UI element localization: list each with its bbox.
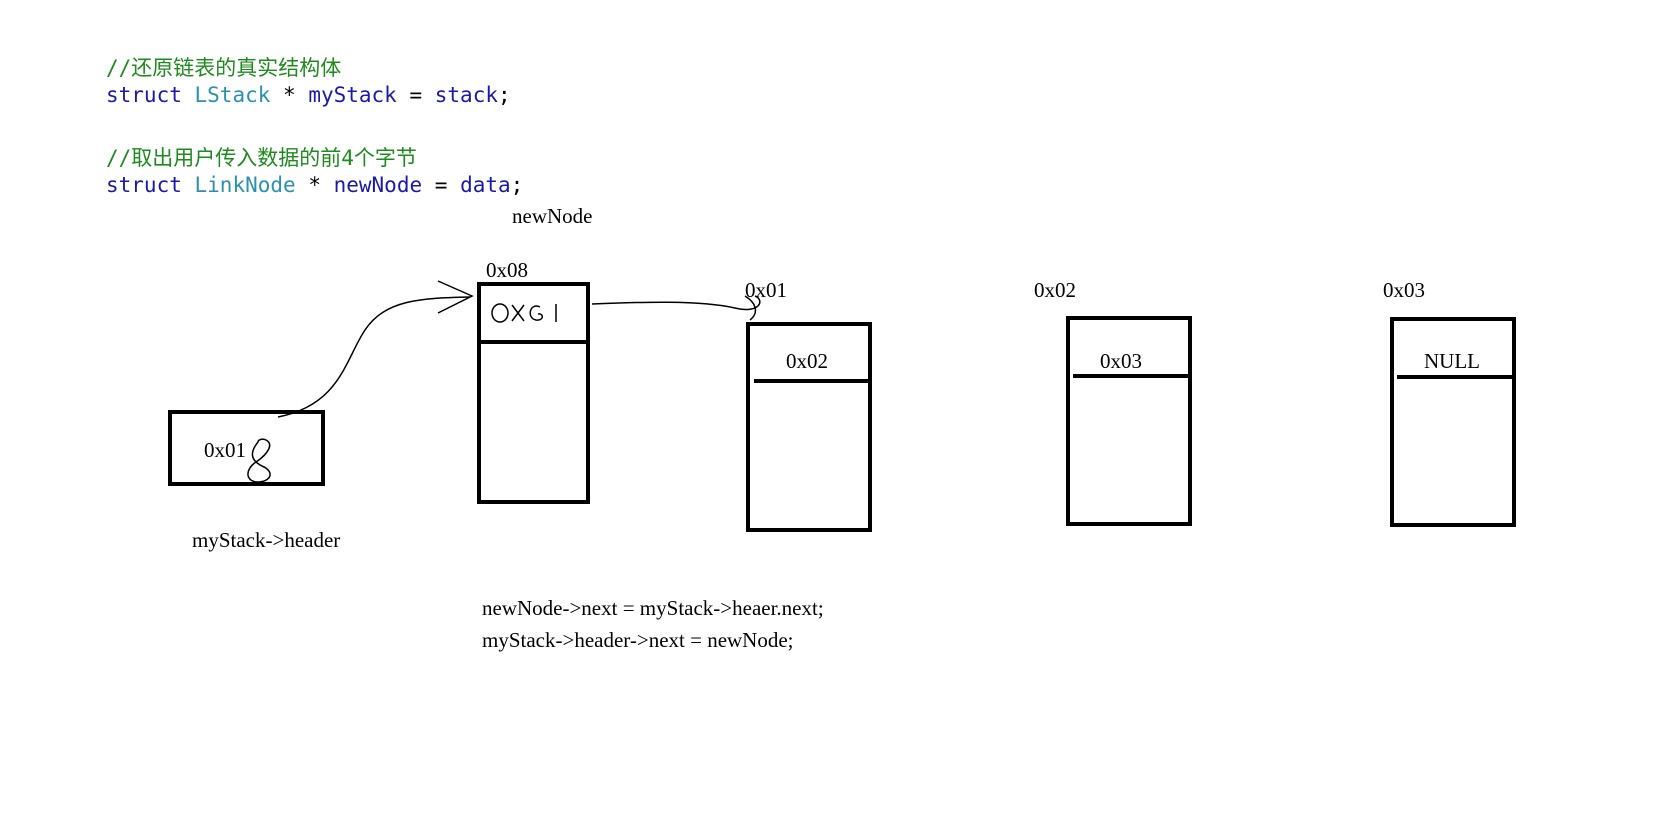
arrow-newnode-to-node1 bbox=[591, 295, 761, 311]
hand-drawn-annotations bbox=[247, 280, 761, 483]
handwritten-eight bbox=[247, 438, 271, 483]
handwritten-new-node-next bbox=[491, 303, 557, 323]
arrow-header-to-newnode bbox=[277, 296, 471, 418]
